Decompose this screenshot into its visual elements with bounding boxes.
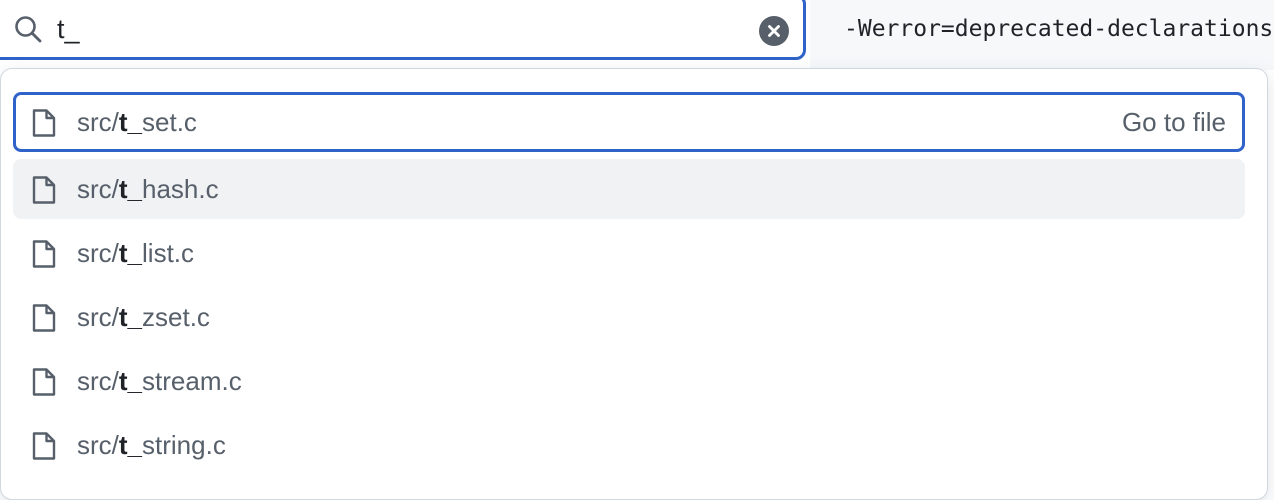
search-results-dropdown: src/t_set.c Go to file src/t_hash.c src/… <box>0 68 1268 500</box>
clear-search-button[interactable] <box>759 16 789 46</box>
result-path: src/t_string.c <box>77 430 226 460</box>
file-icon <box>32 109 56 137</box>
result-path: src/t_set.c <box>77 107 197 137</box>
result-item-t-hash[interactable]: src/t_hash.c <box>13 159 1245 219</box>
go-to-file-label: Go to file <box>1121 107 1226 137</box>
code-line: -Werror=deprecated-declarations <box>844 16 1274 42</box>
result-path: src/t_list.c <box>77 238 195 268</box>
result-item-t-list[interactable]: src/t_list.c <box>13 223 1245 283</box>
result-item-t-stream[interactable]: src/t_stream.c <box>13 351 1245 411</box>
result-path: src/t_stream.c <box>77 366 242 396</box>
search-icon <box>15 16 42 43</box>
file-search-box[interactable] <box>0 0 806 60</box>
file-icon <box>32 176 56 204</box>
result-item-t-set[interactable]: src/t_set.c Go to file <box>13 92 1245 152</box>
file-icon <box>32 432 56 460</box>
result-path: src/t_hash.c <box>77 174 219 204</box>
result-item-t-string[interactable]: src/t_string.c <box>13 415 1245 475</box>
search-input[interactable] <box>57 9 717 49</box>
result-item-t-zset[interactable]: src/t_zset.c <box>13 287 1245 347</box>
close-icon <box>768 25 780 37</box>
code-view-background: -Werror=deprecated-declarations <box>810 0 1274 70</box>
file-icon <box>32 368 56 396</box>
file-icon <box>32 240 56 268</box>
file-icon <box>32 304 56 332</box>
result-path: src/t_zset.c <box>77 302 210 332</box>
